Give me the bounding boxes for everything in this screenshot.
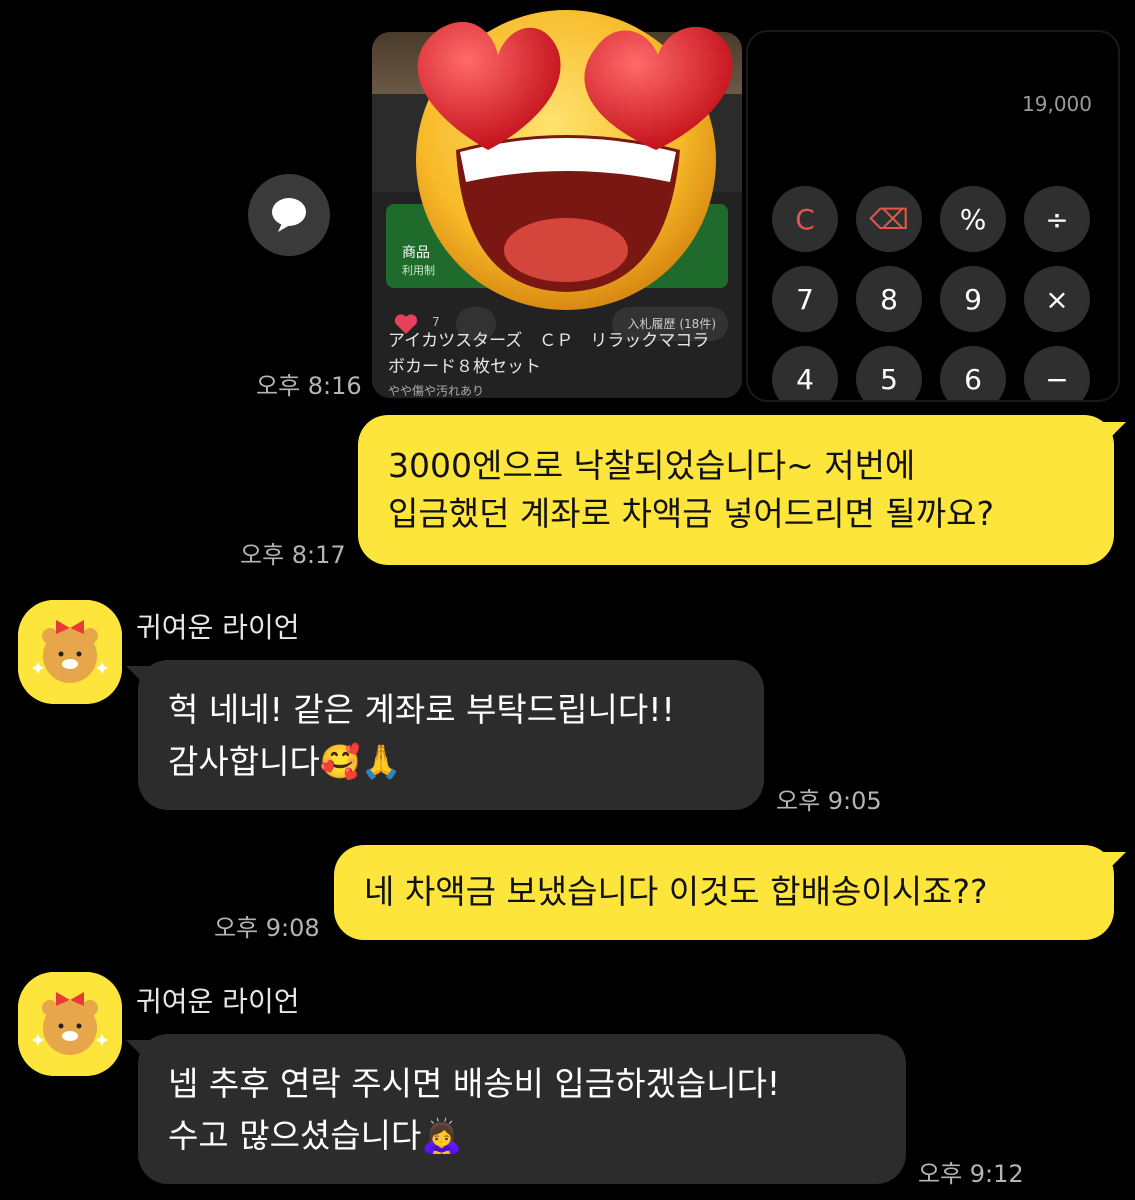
calculator-display: 19,000 <box>1022 92 1092 116</box>
message-text-line: 입금했던 계좌로 차액금 넣어드리면 될까요? <box>388 494 994 533</box>
their-message-bubble[interactable]: 넵 추후 연락 주시면 배송비 입금하겠습니다! 수고 많으셨습니다🙇‍♀️ <box>138 1034 906 1184</box>
message-text-line: 헉 네네! 같은 계좌로 부탁드립니다!! <box>168 690 675 729</box>
calc-key: 8 <box>856 266 922 332</box>
message-text-line: 넵 추후 연락 주시면 배송비 입금하겠습니다! <box>168 1064 781 1103</box>
calculator-keypad: C ⌫ % ÷ 7 8 9 × 4 5 6 − <box>772 186 1102 400</box>
their-message-bubble[interactable]: 헉 네네! 같은 계좌로 부탁드립니다!! 감사합니다🥰🙏 <box>138 660 764 810</box>
calc-key: C <box>772 186 838 252</box>
calc-key: 7 <box>772 266 838 332</box>
timestamp: 오후 9:08 <box>214 914 320 942</box>
timestamp: 오후 8:16 <box>256 372 362 400</box>
heart-eyes-emoji-sticker <box>416 10 733 310</box>
sender-name: 귀여운 라이언 <box>136 611 300 644</box>
calc-key: 5 <box>856 346 922 400</box>
speech-bubble-icon <box>272 198 306 232</box>
bubble-tail <box>126 666 152 692</box>
bubble-tail <box>126 1040 152 1066</box>
timestamp: 오후 8:17 <box>240 541 346 569</box>
message-text-line: 감사합니다🥰🙏 <box>168 742 402 781</box>
calc-key: % <box>940 186 1006 252</box>
calc-key: 9 <box>940 266 1006 332</box>
message-text-line: 3000엔으로 낙찰되었습니다~ 저번에 <box>388 446 916 485</box>
timestamp: 오후 9:12 <box>918 1160 1024 1188</box>
calc-key: 6 <box>940 346 1006 400</box>
avatar[interactable] <box>18 600 122 704</box>
my-message-bubble[interactable]: 3000엔으로 낙찰되었습니다~ 저번에 입금했던 계좌로 차액금 넣어드리면 … <box>358 415 1114 565</box>
my-message-bubble[interactable]: 네 차액금 보냈습니다 이것도 합배송이시죠?? <box>334 845 1114 940</box>
bubble-tail <box>1100 852 1126 878</box>
share-button[interactable] <box>248 174 330 256</box>
ryan-avatar-icon <box>18 972 122 1076</box>
calc-key: ⌫ <box>856 186 922 252</box>
avatar[interactable] <box>18 972 122 1076</box>
calc-key: 4 <box>772 346 838 400</box>
bubble-tail <box>1100 422 1126 448</box>
message-text-line: 네 차액금 보냈습니다 이것도 합배송이시죠?? <box>364 872 988 911</box>
shared-image-calculator[interactable]: 19,000 C ⌫ % ÷ 7 8 9 × 4 5 6 − <box>746 30 1120 402</box>
ryan-avatar-icon <box>18 600 122 704</box>
listing-title-line2: ボカード８枚セット <box>388 357 541 377</box>
message-text-line: 수고 많으셨습니다🙇‍♀️ <box>168 1116 463 1155</box>
calc-key: ÷ <box>1024 186 1090 252</box>
listing-condition: やや傷や汚れあり <box>388 384 485 398</box>
calc-key: × <box>1024 266 1090 332</box>
timestamp: 오후 9:05 <box>776 787 882 815</box>
sender-name: 귀여운 라이언 <box>136 985 300 1018</box>
listing-title-line1: アイカツスターズ ＣＰ リラックマコラ <box>388 331 710 351</box>
calc-key: − <box>1024 346 1090 400</box>
